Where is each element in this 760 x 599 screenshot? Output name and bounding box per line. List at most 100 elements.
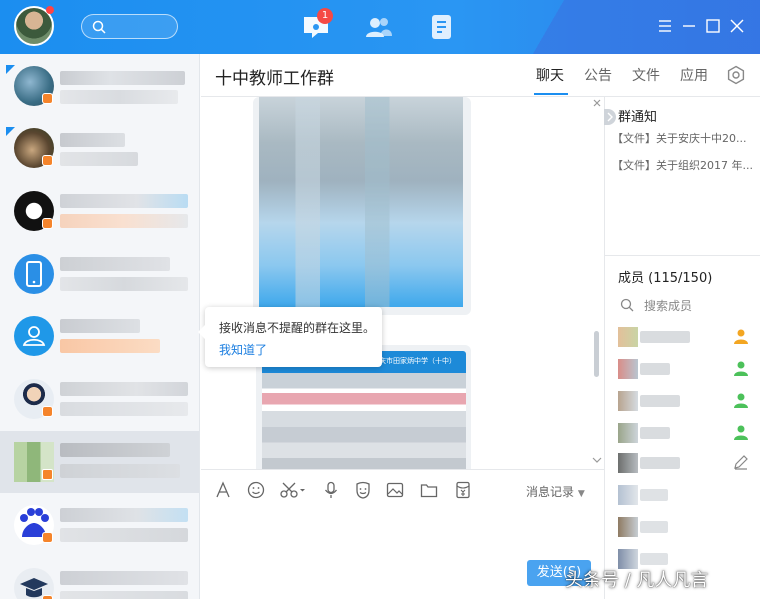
sticker-icon[interactable]: [354, 481, 372, 499]
member-name: [640, 427, 670, 439]
member-row[interactable]: [618, 421, 758, 445]
search-box[interactable]: [81, 14, 178, 39]
conversation-list: [0, 54, 200, 599]
mute-badge: [42, 532, 53, 543]
conversation-item[interactable]: [0, 117, 199, 179]
conversation-preview: [60, 152, 138, 166]
contacts-icon[interactable]: [364, 12, 394, 42]
conversation-item[interactable]: [0, 368, 199, 430]
admin-icon: [734, 425, 748, 440]
minimize-icon[interactable]: [680, 17, 698, 35]
blurred-image: [262, 373, 466, 469]
conversation-name: [60, 571, 188, 585]
conversation-item[interactable]: [0, 557, 199, 599]
folder-icon[interactable]: [420, 481, 438, 499]
notice-item[interactable]: 【文件】关于组织2017 年...: [612, 157, 754, 173]
avatar: [618, 517, 638, 537]
menu-icon[interactable]: [656, 17, 674, 35]
avatar: [618, 423, 638, 443]
image-message[interactable]: [253, 97, 471, 315]
close-icon[interactable]: [728, 17, 746, 35]
mute-badge: [42, 406, 53, 417]
member-name: [640, 331, 690, 343]
close-icon[interactable]: [592, 98, 602, 108]
microphone-icon[interactable]: [322, 481, 340, 499]
conversation-item[interactable]: [0, 494, 199, 556]
chevron-right-icon: [607, 112, 613, 122]
mute-badge: [42, 93, 53, 104]
message-history-label: 消息记录: [526, 485, 575, 499]
admin-icon: [734, 393, 748, 408]
font-icon[interactable]: [214, 481, 232, 499]
mute-hint-tooltip: 接收消息不提醒的群在这里。 我知道了: [198, 307, 382, 367]
member-search-placeholder: 搜索成员: [644, 299, 693, 313]
conversation-preview: [60, 402, 188, 416]
conversation-name: [60, 382, 188, 396]
mute-badge: [42, 218, 53, 229]
conversation-name: [60, 443, 170, 457]
conversation-preview: [60, 464, 180, 478]
tab-files[interactable]: 文件: [632, 65, 660, 85]
phone-icon: [26, 261, 42, 287]
member-row[interactable]: [618, 483, 758, 507]
conversation-item[interactable]: [0, 180, 199, 242]
message-history-button[interactable]: 消息记录 ▼: [526, 483, 585, 500]
member-search-input[interactable]: 搜索成员: [620, 297, 692, 314]
chat-title: 十中教师工作群: [215, 69, 334, 89]
conversation-item-active[interactable]: [0, 431, 199, 493]
avatar: [618, 359, 638, 379]
emoji-icon[interactable]: [247, 481, 265, 499]
gear-icon[interactable]: [726, 65, 746, 85]
blurred-image: [259, 97, 463, 307]
member-row[interactable]: [618, 357, 758, 381]
avatar: [618, 391, 638, 411]
notice-item[interactable]: 【文件】关于安庆十中20...: [612, 130, 754, 146]
owner-icon: [734, 329, 748, 344]
active-tab-indicator: [534, 93, 568, 95]
member-row[interactable]: [618, 389, 758, 413]
member-row[interactable]: [618, 515, 758, 539]
pinned-marker: [6, 127, 15, 136]
conversation-name: [60, 508, 188, 522]
tab-announcement[interactable]: 公告: [584, 65, 612, 85]
tab-apps[interactable]: 应用: [680, 65, 708, 85]
conversation-preview: [60, 528, 188, 542]
search-icon: [620, 298, 634, 312]
mute-badge: [42, 595, 53, 599]
conversation-name: [60, 133, 125, 147]
member-name: [640, 489, 668, 501]
conversation-preview: [60, 277, 188, 291]
collapse-panel-button[interactable]: [604, 109, 616, 125]
tooltip-message: 接收消息不提醒的群在这里。: [219, 321, 376, 335]
chevron-down-icon: ▼: [577, 489, 585, 499]
conversation-item[interactable]: [0, 55, 199, 117]
screenshot-icon[interactable]: [280, 481, 306, 499]
avatar: [14, 254, 54, 294]
search-icon: [92, 20, 106, 34]
conversation-preview: [60, 90, 178, 104]
group-icon: [22, 326, 46, 346]
member-name: [640, 521, 668, 533]
conversation-preview: [60, 214, 188, 228]
conversation-item[interactable]: [0, 305, 199, 367]
online-status-dot: [46, 6, 54, 14]
tooltip-dismiss-link[interactable]: 我知道了: [219, 341, 267, 358]
edit-icon[interactable]: [732, 453, 750, 471]
toolbar-divider: [201, 469, 604, 470]
red-packet-icon[interactable]: [454, 481, 472, 499]
conversation-preview: [60, 339, 160, 353]
watermark: 头条号 / 凡人凡言: [565, 570, 709, 591]
message-list[interactable]: 安庆市田家炳中学（十中）: [201, 97, 604, 469]
member-row[interactable]: [618, 451, 758, 475]
unread-badge: 1: [317, 8, 333, 24]
image-icon[interactable]: [386, 481, 404, 499]
apps-icon[interactable]: [428, 12, 458, 42]
conversation-item[interactable]: [0, 243, 199, 305]
group-notice-title: 群通知: [618, 110, 658, 125]
member-row[interactable]: [618, 325, 758, 349]
scrollbar[interactable]: [594, 331, 599, 377]
chevron-down-icon[interactable]: [592, 456, 602, 464]
conversation-name: [60, 194, 188, 208]
tab-chat[interactable]: 聊天: [536, 65, 564, 85]
maximize-icon[interactable]: [704, 17, 722, 35]
